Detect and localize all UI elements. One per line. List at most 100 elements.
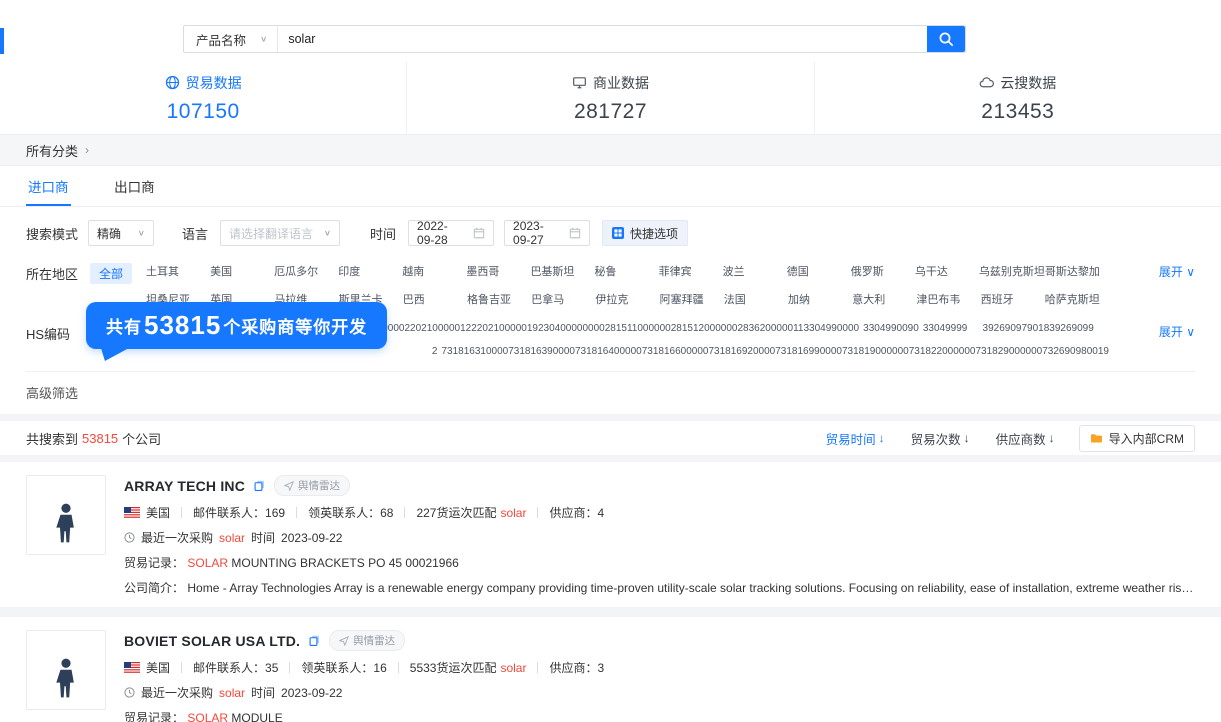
company-image[interactable] — [26, 475, 106, 555]
region-filter[interactable]: 土耳其 — [146, 263, 210, 279]
count-suffix: 个公司 — [122, 429, 161, 448]
region-filter[interactable]: 菲律宾 — [659, 263, 723, 279]
recent-purchase-label: 最近一次采购 — [141, 684, 213, 701]
trade-keyword: SOLAR — [187, 711, 228, 722]
breadcrumb[interactable]: 所有分类 › — [0, 135, 1221, 166]
hs-code-filter[interactable]: 731816990000 — [775, 346, 842, 357]
search-button[interactable] — [927, 26, 965, 52]
hs-code-filter[interactable]: 731816390000 — [508, 346, 575, 357]
stat-cloud-search-data[interactable]: 云搜数据 213453 — [814, 62, 1221, 134]
hs-code-filter[interactable]: 731822000000 — [909, 346, 976, 357]
sort-supplier-count[interactable]: 供应商数 ↓ — [996, 429, 1055, 448]
sentiment-radar-tag[interactable]: 舆情雷达 — [274, 475, 350, 496]
company-image[interactable] — [26, 630, 106, 710]
tag-label: 舆情雷达 — [298, 478, 340, 493]
region-filter[interactable]: 德国 — [787, 263, 851, 279]
stat-trade-data[interactable]: 贸易数据 107150 — [0, 62, 406, 134]
hs-code-filter[interactable]: 732690980019 — [1042, 346, 1109, 357]
hs-code-filter[interactable]: 731816400000 — [575, 346, 642, 357]
region-filter[interactable]: 阿塞拜疆 — [660, 291, 724, 307]
hs-code-filter[interactable]: 731816920000 — [708, 346, 775, 357]
advanced-filter-link[interactable]: 高级筛选 — [26, 386, 78, 401]
linkedin-contacts-value: 68 — [380, 506, 393, 520]
region-filter[interactable]: 巴西 — [403, 291, 467, 307]
date-to-input[interactable]: 2023-09-27 — [504, 220, 590, 246]
region-filter[interactable]: 厄瓜多尔 — [274, 263, 338, 279]
hs-code-filter[interactable]: 283620000011 — [737, 323, 803, 334]
hs-code-filter[interactable]: 2 — [382, 346, 441, 357]
region-filter[interactable]: 格鲁吉亚 — [467, 291, 531, 307]
region-all-chip[interactable]: 全部 — [90, 263, 132, 284]
search-mode-select[interactable]: 精确 ∨ — [88, 220, 154, 246]
region-filter[interactable]: 哥斯达黎加 — [1045, 263, 1109, 279]
monitor-icon — [572, 75, 587, 90]
search-input[interactable] — [278, 26, 927, 52]
email-contacts-value: 169 — [265, 506, 285, 520]
expand-hs-link[interactable]: 展开 ∨ — [1109, 323, 1195, 340]
region-filter[interactable]: 意大利 — [852, 291, 916, 307]
logo-fragment — [0, 28, 4, 54]
recent-keyword: solar — [219, 686, 245, 700]
company-name[interactable]: ARRAY TECH INC — [124, 478, 245, 494]
region-filter[interactable]: 波兰 — [723, 263, 787, 279]
tag-label: 舆情雷达 — [353, 633, 395, 648]
hs-code-filter[interactable]: 731819000000 — [842, 346, 909, 357]
hs-code-filter[interactable]: 3304990090 — [863, 323, 923, 334]
company-name[interactable]: BOVIET SOLAR USA LTD. — [124, 633, 300, 649]
sort-trade-time[interactable]: 贸易时间 ↓ — [826, 429, 885, 448]
data-source-stats: 贸易数据 107150 商业数据 281727 云搜数据 213453 — [0, 62, 1221, 135]
hs-code-filter[interactable]: 281512000000 — [671, 323, 738, 334]
language-placeholder: 请选择翻译语言 — [229, 225, 313, 242]
hs-code-filter[interactable]: 230400000000 — [538, 323, 605, 334]
hs-code-filter[interactable]: 220210000019 — [471, 323, 538, 334]
region-filter[interactable]: 印度 — [338, 263, 402, 279]
region-filter[interactable]: 乌干达 — [915, 263, 979, 279]
region-filter[interactable]: 乌兹别克斯坦 — [979, 263, 1045, 279]
language-select[interactable]: 请选择翻译语言 ∨ — [220, 220, 340, 246]
region-filter[interactable]: 西班牙 — [981, 291, 1045, 307]
region-filter[interactable]: 墨西哥 — [466, 263, 530, 279]
company-intro-label: 公司简介： — [124, 581, 184, 595]
sort-trade-count[interactable]: 贸易次数 ↓ — [911, 429, 970, 448]
region-filter[interactable]: 越南 — [402, 263, 466, 279]
hs-code-filter[interactable]: 3304990000 — [803, 323, 863, 334]
tab-exporters[interactable]: 出口商 — [112, 166, 157, 204]
region-filter[interactable]: 法国 — [724, 291, 788, 307]
sort-label: 贸易时间 — [826, 429, 876, 448]
hs-code-filter[interactable]: 731816600000 — [642, 346, 709, 357]
expand-regions-link[interactable]: 展开 ∨ — [1109, 263, 1195, 280]
region-filter[interactable]: 秘鲁 — [595, 263, 659, 279]
company-card: BOVIET SOLAR USA LTD. 舆情雷达 美国 邮件联系人： 35 … — [0, 617, 1221, 722]
hs-code-filter[interactable]: 392690979018 — [983, 323, 1050, 334]
chevron-down-icon: ∨ — [138, 229, 145, 238]
region-filter[interactable]: 美国 — [210, 263, 274, 279]
region-filter[interactable]: 加纳 — [788, 291, 852, 307]
copy-icon[interactable] — [309, 635, 320, 646]
import-crm-button[interactable]: 导入内部CRM — [1079, 425, 1195, 452]
region-filter[interactable]: 哈萨克斯坦 — [1045, 291, 1109, 307]
hs-code-filter[interactable]: 731829000000 — [975, 346, 1042, 357]
region-filter[interactable]: 巴拿马 — [531, 291, 595, 307]
region-filter[interactable]: 津巴布韦 — [916, 291, 980, 307]
hs-code-filter[interactable]: 220210000012 — [404, 323, 471, 334]
hs-code-filter[interactable]: 33049999 — [923, 323, 983, 334]
stat-business-data[interactable]: 商业数据 281727 — [406, 62, 813, 134]
sentiment-radar-tag[interactable]: 舆情雷达 — [329, 630, 405, 651]
copy-icon[interactable] — [254, 480, 265, 491]
hs-code-filter[interactable]: 39269099 — [1049, 323, 1109, 334]
stat-label: 贸易数据 — [186, 73, 242, 93]
search-category-dropdown[interactable]: 产品名称 ∨ — [184, 26, 278, 52]
region-filter[interactable]: 巴基斯坦 — [530, 263, 594, 279]
hs-code-filter[interactable]: 281511000000 — [605, 323, 671, 334]
date-from-input[interactable]: 2022-09-28 — [408, 220, 494, 246]
tab-importers[interactable]: 进口商 — [26, 166, 71, 206]
region-filter[interactable]: 俄罗斯 — [851, 263, 915, 279]
quick-options-button[interactable]: 快捷选项 — [602, 220, 688, 246]
hs-code-filter[interactable]: 731816310000 — [441, 346, 508, 357]
search-mode-value: 精确 — [97, 225, 121, 242]
grid-icon — [612, 227, 624, 239]
region-filter[interactable]: 伊拉克 — [595, 291, 659, 307]
search-icon — [938, 31, 954, 47]
company-card: ARRAY TECH INC 舆情雷达 美国 邮件联系人： 169 领英联系人：… — [0, 462, 1221, 607]
calendar-icon — [569, 227, 581, 239]
